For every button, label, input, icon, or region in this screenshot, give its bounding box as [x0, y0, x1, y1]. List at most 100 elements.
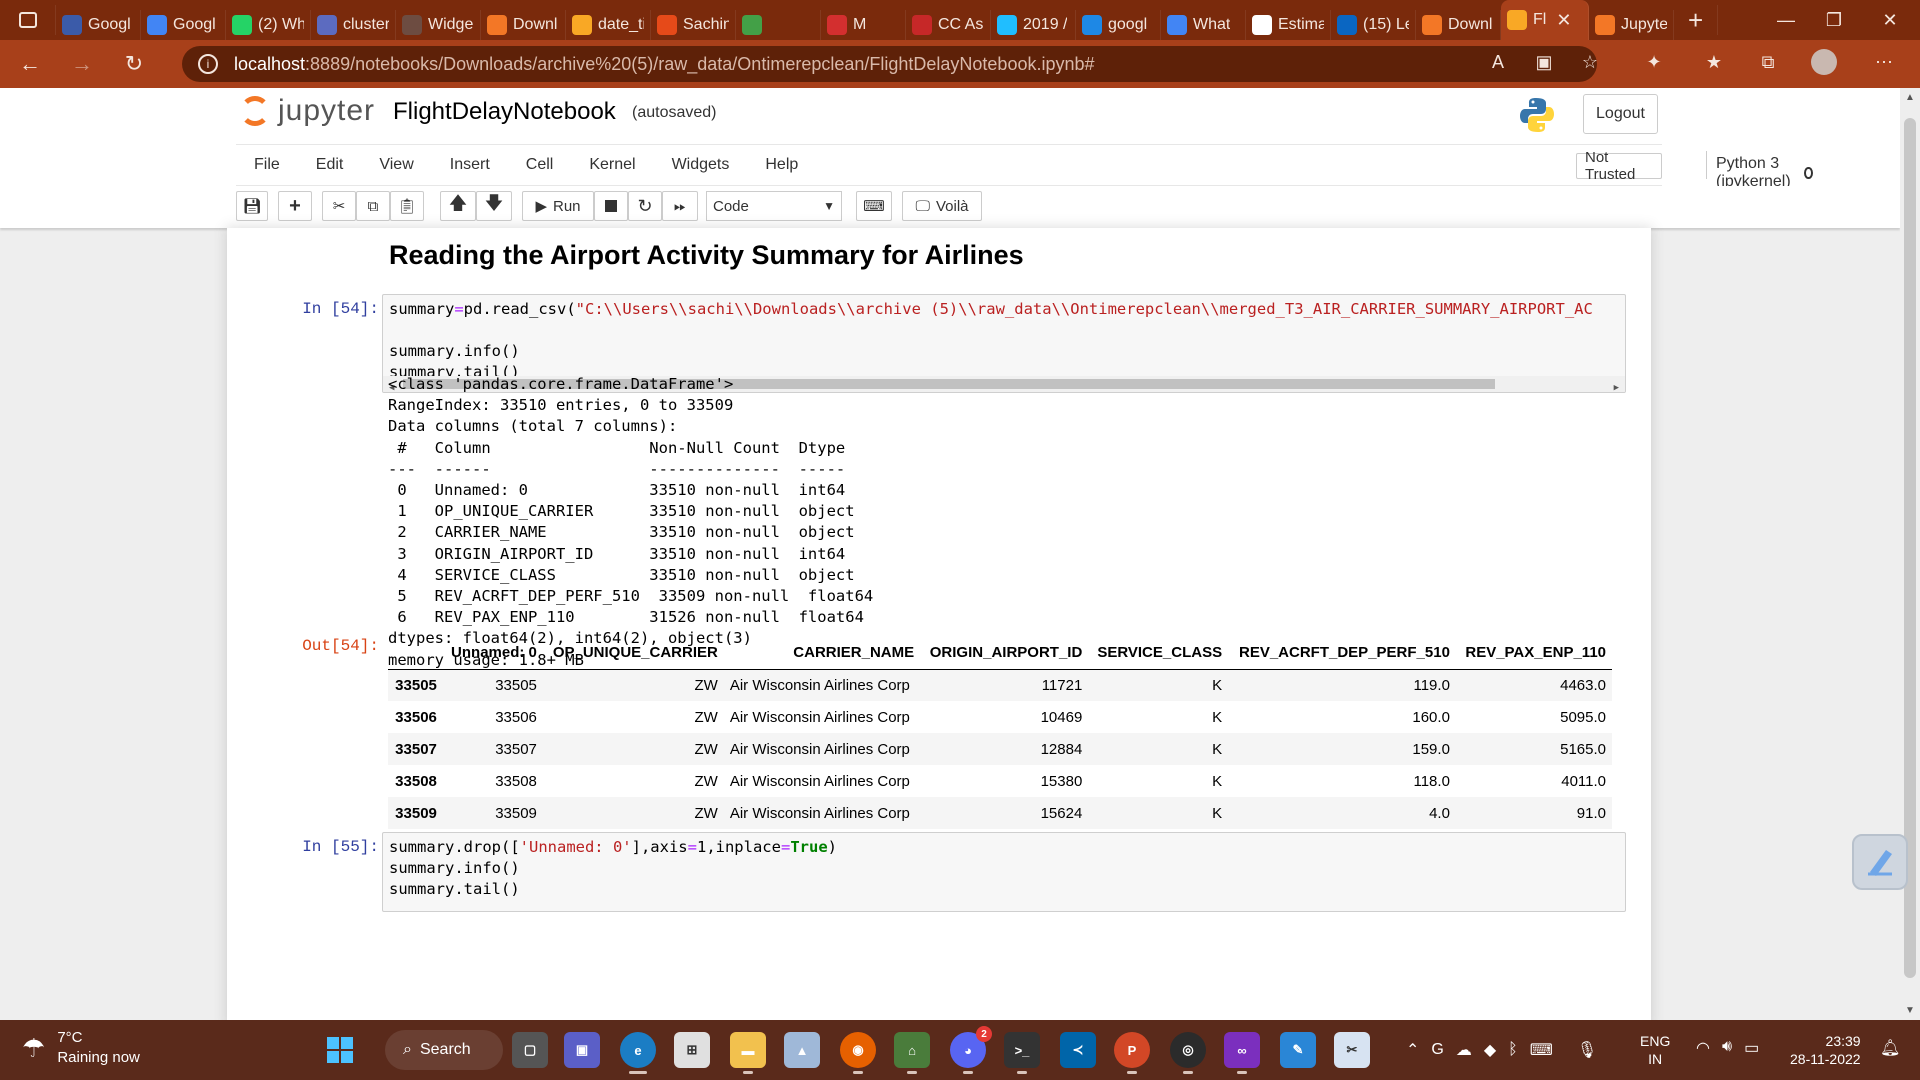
paint-icon[interactable]: ✎: [1280, 1032, 1316, 1068]
photos-icon[interactable]: ▲: [784, 1032, 820, 1068]
run-button[interactable]: ▶ Run: [522, 191, 594, 221]
browser-tab[interactable]: (2) Wh: [226, 10, 311, 40]
move-down-button[interactable]: 🡇: [476, 191, 512, 221]
browser-tab[interactable]: M: [821, 10, 906, 40]
scroll-right-icon[interactable]: ▶: [1614, 378, 1619, 392]
firefox-icon[interactable]: ◉: [840, 1032, 876, 1074]
menu-insert[interactable]: Insert: [432, 156, 508, 174]
terminal-icon[interactable]: >_: [1004, 1032, 1040, 1074]
menu-cell[interactable]: Cell: [508, 156, 572, 174]
menu-kernel[interactable]: Kernel: [571, 156, 653, 174]
obs-studio-icon[interactable]: ◎: [1170, 1032, 1206, 1074]
paste-button[interactable]: 📋︎: [390, 191, 424, 221]
snipping-tool-icon[interactable]: ✂: [1334, 1032, 1370, 1068]
browser-tab[interactable]: What: [1161, 10, 1246, 40]
command-palette-button[interactable]: ⌨: [856, 191, 892, 221]
browser-tab[interactable]: date_ti: [566, 10, 651, 40]
cut-button[interactable]: ✂: [322, 191, 356, 221]
browser-tab[interactable]: CC As: [906, 10, 991, 40]
browser-tab[interactable]: Jupyte: [1589, 10, 1674, 40]
browser-tab[interactable]: googl: [1076, 10, 1161, 40]
collections-icon[interactable]: ⧉: [1750, 46, 1786, 78]
browser-tab[interactable]: [736, 10, 821, 40]
move-up-button[interactable]: 🡅: [440, 191, 476, 221]
favorites-icon[interactable]: ★: [1696, 46, 1732, 78]
browser-tab[interactable]: Widge: [396, 10, 481, 40]
teams-chat-icon[interactable]: ▣: [564, 1032, 600, 1068]
browser-tab[interactable]: Googl: [141, 10, 226, 40]
discord-icon[interactable]: ◕ 2: [950, 1026, 992, 1074]
taskbar-search[interactable]: ⌕ Search: [385, 1030, 503, 1070]
back-button[interactable]: ←: [8, 44, 52, 84]
save-button[interactable]: 💾︎: [236, 191, 268, 221]
browser-tab[interactable]: cluster: [311, 10, 396, 40]
google-drive-icon[interactable]: G: [1431, 1041, 1443, 1059]
not-trusted-indicator[interactable]: Not Trusted: [1576, 149, 1662, 183]
menu-edit[interactable]: Edit: [298, 156, 362, 174]
jupyter-logo[interactable]: jupyter: [240, 94, 375, 128]
file-explorer-icon[interactable]: ▬: [730, 1032, 766, 1074]
row-index: 33506: [395, 708, 437, 726]
chevron-up-icon[interactable]: ⌃: [1406, 1040, 1419, 1060]
read-aloud-icon[interactable]: A: [1480, 46, 1516, 78]
task-view-icon[interactable]: ▢: [512, 1032, 548, 1068]
menu-view[interactable]: View: [361, 156, 431, 174]
new-tab-button[interactable]: +: [1674, 5, 1719, 35]
menu-widgets[interactable]: Widgets: [654, 156, 748, 174]
browser-tab[interactable]: Downl: [1416, 10, 1501, 40]
microphone-icon[interactable]: 🎙︎: [1577, 1040, 1597, 1060]
url-bar[interactable]: i localhost:8889/notebooks/Downloads/arc…: [182, 46, 1597, 82]
input-language[interactable]: ENG IN: [1640, 1032, 1670, 1068]
voila-button[interactable]: 🖵 Voilà: [902, 191, 982, 221]
browser-tab[interactable]: Estima: [1246, 10, 1331, 40]
keyboard-layout-icon[interactable]: ⌨: [1530, 1040, 1553, 1060]
code-line: summary.info(): [389, 342, 520, 360]
close-tab-icon[interactable]: ✕: [1556, 10, 1571, 31]
maps-app-icon[interactable]: ⌂: [894, 1032, 930, 1074]
game-app-icon[interactable]: ∞: [1224, 1032, 1260, 1074]
scroll-up-icon[interactable]: ▲: [1905, 92, 1915, 103]
code-cell-input[interactable]: summary.drop(['Unnamed: 0'],axis=1,inpla…: [382, 832, 1626, 912]
forward-button[interactable]: →: [60, 44, 104, 84]
settings-more-icon[interactable]: ⋯: [1866, 46, 1902, 78]
bluetooth-icon[interactable]: ᛒ: [1508, 1041, 1518, 1059]
profile-avatar[interactable]: [1806, 46, 1842, 78]
vscode-icon[interactable]: ≺: [1060, 1032, 1096, 1068]
edge-browser-icon[interactable]: e: [620, 1032, 656, 1074]
browser-tab[interactable]: (15) Le: [1331, 10, 1416, 40]
onedrive-cloud-icon[interactable]: ☁: [1456, 1040, 1472, 1060]
immersive-reader-icon[interactable]: ▣: [1526, 46, 1562, 78]
menu-help[interactable]: Help: [747, 156, 816, 174]
notebook-name[interactable]: FlightDelayNotebook: [393, 98, 616, 126]
restore-button[interactable]: ❐: [1806, 0, 1862, 40]
notification-bell-icon[interactable]: 🔔︎: [1880, 1038, 1900, 1058]
restart-button[interactable]: ↻: [628, 191, 662, 221]
microsoft-store-icon[interactable]: ⊞: [674, 1032, 710, 1068]
browser-tab[interactable]: 2019 /: [991, 10, 1076, 40]
start-button[interactable]: [322, 1032, 358, 1068]
browser-tab[interactable]: Downl: [481, 10, 566, 40]
browser-tab[interactable]: Fl ✕: [1501, 0, 1589, 40]
cell-type-select[interactable]: Code ▼: [706, 191, 842, 221]
browser-tab[interactable]: Googl: [56, 10, 141, 40]
powerpoint-icon[interactable]: P: [1114, 1032, 1150, 1074]
copy-button[interactable]: ⧉: [356, 191, 390, 221]
insert-cell-button[interactable]: +: [278, 191, 312, 221]
quick-settings[interactable]: ◠ 🔊︎ ▭: [1690, 1038, 1765, 1058]
refresh-button[interactable]: ↻: [112, 44, 156, 84]
clock[interactable]: 23:39 28-11-2022: [1790, 1032, 1861, 1068]
browser-tab[interactable]: Sachin: [651, 10, 736, 40]
logout-button[interactable]: Logout: [1583, 94, 1658, 134]
extensions-icon[interactable]: ✦: [1636, 46, 1672, 78]
floating-assistant-button[interactable]: [1852, 834, 1908, 890]
close-window-button[interactable]: ✕: [1862, 0, 1918, 40]
add-favorite-icon[interactable]: ☆: [1572, 46, 1608, 78]
menu-file[interactable]: File: [236, 156, 298, 174]
weather-widget[interactable]: ☂ 7°C Raining now: [22, 1028, 140, 1068]
tab-actions-button[interactable]: [0, 5, 56, 35]
scroll-down-icon[interactable]: ▼: [1905, 1005, 1915, 1016]
restart-run-all-button[interactable]: ⏩︎: [662, 191, 698, 221]
site-info-icon[interactable]: i: [198, 54, 218, 74]
interrupt-button[interactable]: [594, 191, 628, 221]
defender-shield-icon[interactable]: ◆: [1484, 1040, 1496, 1060]
